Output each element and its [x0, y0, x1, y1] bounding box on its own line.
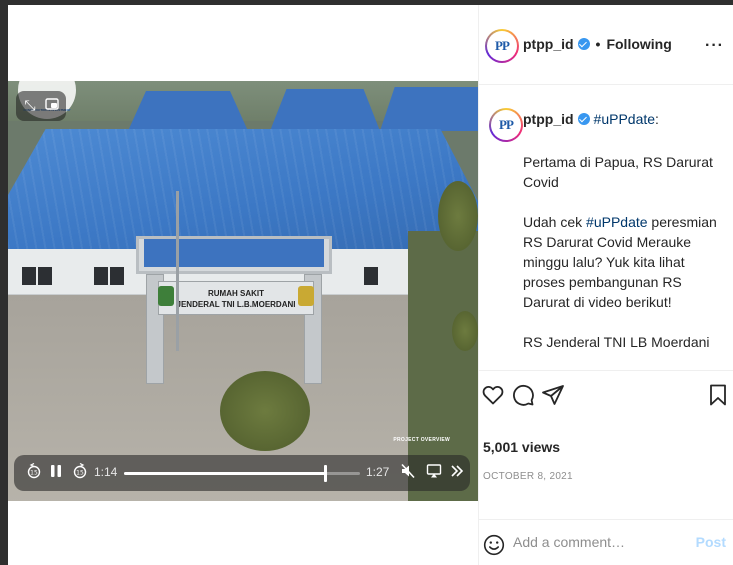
current-time: 1:14	[94, 465, 118, 479]
action-bar	[479, 370, 733, 420]
video-overlay-label: PROJECT OVERVIEW	[393, 437, 450, 443]
more-options-icon[interactable]: ···	[705, 37, 724, 55]
post-media: RUMAH SAKIT JENDERAL TNI L.B.MOERDANI CO…	[8, 5, 478, 565]
username-link[interactable]: ptpp_id	[523, 36, 574, 52]
svg-text:15: 15	[76, 470, 84, 477]
sign-line-1: RUMAH SAKIT	[208, 289, 264, 298]
verified-badge-icon	[577, 113, 590, 125]
bookmark-icon[interactable]	[707, 383, 729, 412]
video-scene-canopy-roof	[144, 239, 324, 267]
video-scrubber[interactable]	[124, 465, 360, 482]
avatar-inner: PP	[487, 31, 517, 61]
heart-icon[interactable]	[481, 383, 505, 412]
video-top-controls: ⤡	[16, 91, 66, 121]
svg-text:15: 15	[30, 470, 38, 477]
following-button[interactable]: Following	[606, 36, 671, 52]
caption-section: PP ptpp_id #uPPdate : Pertama di Papua, …	[479, 86, 733, 356]
video-scene-window	[94, 267, 108, 285]
fullscreen-icon[interactable]: ⤡	[22, 97, 38, 113]
airplay-icon[interactable]	[426, 463, 442, 484]
post-modal: RUMAH SAKIT JENDERAL TNI L.B.MOERDANI CO…	[8, 5, 733, 565]
video-progress-fill	[124, 472, 325, 475]
post-date[interactable]: OCTOBER 8, 2021	[483, 471, 573, 482]
caption-text: Pertama di Papua, RS Darurat Covid Udah …	[523, 152, 723, 356]
avatar[interactable]: PP	[485, 29, 519, 63]
view-count[interactable]: 5,001 views	[483, 439, 560, 455]
video-scene-palm	[438, 181, 478, 251]
video-scene-roof	[380, 87, 478, 131]
avatar-logo-text: PP	[495, 38, 510, 53]
hashtag-link[interactable]: #uPPdate	[594, 111, 656, 127]
video-scene-palm-tree	[220, 371, 310, 451]
video-scene-window	[22, 267, 36, 285]
caption-username-link[interactable]: ptpp_id	[523, 111, 574, 127]
video-scene-emblem-right	[298, 286, 314, 306]
video-scene-lamp-post	[176, 191, 179, 351]
expand-controls-icon[interactable]	[450, 463, 464, 484]
video-player[interactable]: RUMAH SAKIT JENDERAL TNI L.B.MOERDANI CO…	[8, 81, 478, 501]
post-sidebar: PP ptpp_id • Following ··· PP ptpp_id #u…	[478, 5, 733, 565]
video-scene-roof	[270, 89, 380, 131]
video-scene-palm	[452, 311, 478, 351]
hashtag-link[interactable]: #uPPdate	[586, 214, 648, 230]
post-header: PP ptpp_id • Following ···	[479, 5, 733, 85]
caption-text-segment: Udah cek	[523, 214, 587, 230]
caption-paragraph: Udah cek #uPPdate peresmian RS Darurat C…	[523, 212, 723, 312]
caption-paragraph: Pertama di Papua, RS Darurat Covid	[523, 154, 713, 190]
avatar-logo-text: PP	[499, 117, 514, 132]
video-scene-roof	[128, 91, 248, 131]
paper-plane-icon[interactable]	[541, 383, 565, 412]
duration: 1:27	[366, 465, 390, 479]
video-scene-window	[364, 267, 378, 285]
video-scene-sign: RUMAH SAKIT JENDERAL TNI L.B.MOERDANI	[158, 281, 314, 315]
video-scene-window	[38, 267, 52, 285]
video-scrubber-handle[interactable]	[323, 465, 327, 482]
pause-icon[interactable]	[50, 463, 62, 484]
mute-icon[interactable]	[400, 463, 416, 484]
caption-header: ptpp_id #uPPdate :	[523, 111, 659, 127]
video-scene-window	[110, 267, 124, 285]
video-scene-emblem-left	[158, 286, 174, 306]
caption-suffix: :	[655, 111, 659, 127]
post-button[interactable]: Post	[696, 534, 726, 550]
caption-avatar[interactable]: PP	[489, 108, 523, 142]
sign-line-2: JENDERAL TNI L.B.MOERDANI	[176, 300, 296, 309]
video-controls: 15 15 1:14 1:27	[14, 455, 470, 491]
comment-bar: Post	[479, 519, 733, 565]
smiley-icon[interactable]	[483, 534, 505, 561]
skip-forward-icon[interactable]: 15	[72, 462, 88, 484]
header-user: ptpp_id • Following	[523, 36, 672, 52]
app-backdrop: RUMAH SAKIT JENDERAL TNI L.B.MOERDANI CO…	[0, 0, 733, 565]
skip-back-icon[interactable]: 15	[26, 462, 42, 484]
speech-bubble-icon[interactable]	[511, 383, 535, 412]
verified-badge-icon	[577, 38, 590, 50]
caption-paragraph: RS Jenderal TNI LB Moerdani terletak di …	[523, 334, 714, 356]
avatar-inner: PP	[491, 110, 521, 140]
comment-input[interactable]	[513, 532, 683, 552]
picture-in-picture-icon[interactable]	[44, 97, 60, 113]
separator-dot: •	[595, 36, 601, 52]
